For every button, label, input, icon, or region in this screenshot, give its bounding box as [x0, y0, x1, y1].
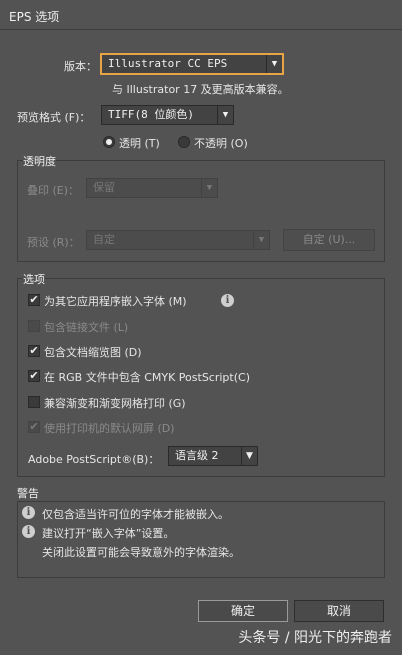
checkbox-thumbnails[interactable]: ✔ [28, 345, 40, 357]
warning-line-2: 建议打开“嵌入字体”设置。 [42, 527, 175, 540]
radio-opaque[interactable] [178, 136, 190, 148]
warnings-title: 警告 [17, 485, 39, 501]
option-printer-screens-label: 使用打印机的默认网屏 (D) [44, 422, 175, 435]
option-include-linked-label: 包含链接文件 (L) [44, 321, 129, 334]
overprint-label: 叠印 (E)： [27, 184, 80, 197]
warning-line-1: 仅包含适当许可位的字体才能被嵌入。 [42, 508, 229, 521]
chevron-down-icon: ▼ [217, 106, 233, 124]
options-title: 选项 [23, 271, 45, 287]
chevron-down-icon: ▼ [266, 55, 282, 73]
preview-label: 预览格式 (F)： [17, 111, 91, 124]
checkbox-printer-screens[interactable]: ✔ [28, 421, 40, 433]
option-gradient-compat-label: 兼容渐变和渐变网格打印 (G) [44, 397, 186, 410]
ok-button[interactable]: 确定 [198, 600, 288, 622]
radio-transparent[interactable] [103, 136, 115, 148]
preset-label: 预设 (R)： [27, 236, 80, 249]
overprint-dropdown[interactable]: 保留 ▼ [86, 178, 218, 198]
window-title: EPS 选项 [9, 10, 60, 24]
version-label: 版本： [64, 60, 97, 73]
option-thumbnails-label: 包含文档缩览图 (D) [44, 346, 142, 359]
info-icon[interactable]: i [221, 294, 234, 307]
postscript-dropdown[interactable]: 语言级 2 ▼ [168, 446, 258, 466]
watermark-text: 头条号 / 阳光下的奔跑者 [238, 630, 392, 646]
option-cmyk-postscript-label: 在 RGB 文件中包含 CMYK PostScript(C) [44, 371, 250, 384]
version-note: 与 Illustrator 17 及更高版本兼容。 [112, 83, 289, 96]
preview-value: TIFF(8 位颜色) [108, 108, 194, 121]
preset-dropdown[interactable]: 自定 ▼ [86, 230, 270, 250]
version-value: Illustrator CC EPS [108, 57, 228, 70]
overprint-value: 保留 [93, 181, 115, 194]
cancel-button[interactable]: 取消 [294, 600, 384, 622]
radio-opaque-label: 不透明 (O) [194, 137, 248, 150]
postscript-value: 语言级 2 [175, 449, 219, 462]
option-embed-fonts-label: 为其它应用程序嵌入字体 (M) [44, 295, 187, 308]
preview-dropdown[interactable]: TIFF(8 位颜色) ▼ [101, 105, 234, 125]
version-dropdown[interactable]: Illustrator CC EPS ▼ [101, 54, 283, 74]
checkbox-cmyk-postscript[interactable]: ✔ [28, 370, 40, 382]
warning-info-icon: i [22, 525, 35, 538]
checkbox-gradient-compat[interactable] [28, 396, 40, 408]
custom-button[interactable]: 自定 (U)... [283, 229, 375, 251]
checkbox-include-linked[interactable] [28, 320, 40, 332]
preset-value: 自定 [93, 233, 115, 246]
chevron-down-icon: ▼ [201, 179, 217, 197]
warning-info-icon: i [22, 506, 35, 519]
chevron-down-icon: ▼ [253, 231, 269, 249]
warning-line-3: 关闭此设置可能会导致意外的字体渲染。 [42, 546, 240, 559]
transparency-title: 透明度 [23, 153, 56, 169]
radio-transparent-label: 透明 (T) [119, 137, 160, 150]
title-bar: EPS 选项 [0, 0, 402, 30]
checkbox-embed-fonts[interactable]: ✔ [28, 294, 40, 306]
postscript-label: Adobe PostScript®(B)： [28, 453, 160, 466]
chevron-down-icon: ▼ [241, 447, 257, 465]
